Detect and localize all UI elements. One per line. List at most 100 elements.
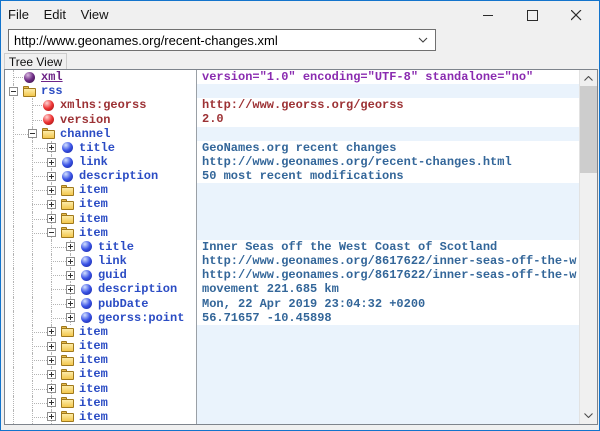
value-row-empty [197, 396, 579, 410]
expand-expander[interactable] [66, 242, 75, 251]
tree-node-xmlns:georss[interactable]: xmlns:georss [5, 98, 196, 112]
tree-node-item[interactable]: item [5, 197, 196, 211]
value-row-empty [197, 353, 579, 367]
value-row-empty [197, 410, 579, 424]
maximize-button[interactable] [510, 2, 554, 29]
tree-guide-line [13, 141, 14, 155]
tree-guide-line [32, 332, 47, 333]
expand-expander[interactable] [66, 299, 75, 308]
tree-guide-line [32, 120, 42, 121]
tree-guide-line [13, 268, 14, 282]
menu-bar: File Edit View [8, 7, 120, 22]
value-row: http://www.geonames.org/8617622/inner-se… [197, 268, 579, 282]
tree-guide-line [13, 254, 14, 268]
close-button[interactable] [554, 2, 598, 29]
tree-node-xml[interactable]: xml [5, 70, 196, 84]
tree-node-label: item [79, 212, 108, 226]
tree-node-label: item [79, 339, 108, 353]
sphere-blue-icon [62, 142, 73, 153]
scroll-down-button[interactable] [580, 407, 597, 424]
tree-guide-line [32, 240, 33, 254]
collapse-expander[interactable] [9, 87, 18, 96]
tree-node-item[interactable]: item [5, 367, 196, 381]
tree-node-label: link [98, 254, 127, 268]
tree-node-description[interactable]: description [5, 282, 196, 296]
tree-node-description[interactable]: description [5, 169, 196, 183]
menu-view[interactable]: View [81, 7, 109, 22]
tree-node-rss[interactable]: rss [5, 84, 196, 98]
tree-node-item[interactable]: item [5, 212, 196, 226]
url-text: http://www.geonames.org/recent-changes.x… [9, 33, 411, 48]
value-row: Mon, 22 Apr 2019 23:04:32 +0200 [197, 297, 579, 311]
tree-node-version[interactable]: version [5, 112, 196, 126]
tree-guide-line [32, 389, 47, 390]
vertical-scrollbar[interactable] [579, 70, 597, 424]
collapse-expander[interactable] [28, 129, 37, 138]
tree-node-item[interactable]: item [5, 396, 196, 410]
tab-tree-view[interactable]: Tree View [4, 53, 67, 69]
expand-expander[interactable] [47, 214, 56, 223]
expand-expander[interactable] [47, 398, 56, 407]
tree-node-item[interactable]: item [5, 325, 196, 339]
tree-node-guid[interactable]: guid [5, 268, 196, 282]
value-row-empty [197, 212, 579, 226]
tree-guide-line [13, 353, 14, 367]
expand-expander[interactable] [47, 200, 56, 209]
tree-node-item[interactable]: item [5, 353, 196, 367]
tree-guide-line [51, 261, 66, 262]
scroll-thumb[interactable] [580, 86, 597, 173]
folder-icon [61, 354, 74, 367]
expand-expander[interactable] [47, 412, 56, 421]
expand-expander[interactable] [66, 313, 75, 322]
value-row-empty [197, 367, 579, 381]
menu-file[interactable]: File [8, 7, 29, 22]
sphere-blue-icon [81, 298, 92, 309]
expand-expander[interactable] [47, 342, 56, 351]
expand-expander[interactable] [47, 186, 56, 195]
tree-node-label: item [79, 367, 108, 381]
tree-node-item[interactable]: item [5, 226, 196, 240]
tree-pane: xmlrssxmlns:georssversionchanneltitlelin… [5, 70, 197, 424]
tree-node-link[interactable]: link [5, 155, 196, 169]
tree-guide-line [13, 212, 14, 226]
tree-node-channel[interactable]: channel [5, 127, 196, 141]
tree-node-item[interactable]: item [5, 339, 196, 353]
expand-expander[interactable] [66, 285, 75, 294]
value-row: http://www.geonames.org/8617622/inner-se… [197, 254, 579, 268]
sphere-blue-icon [62, 171, 73, 182]
tree-node-title[interactable]: title [5, 141, 196, 155]
tree-node-link[interactable]: link [5, 254, 196, 268]
url-combobox[interactable]: http://www.geonames.org/recent-changes.x… [8, 29, 436, 51]
tree-node-label: version [60, 113, 110, 127]
tree-node-georss:point[interactable]: georss:point [5, 311, 196, 325]
expand-expander[interactable] [47, 143, 56, 152]
expand-expander[interactable] [47, 327, 56, 336]
expand-expander[interactable] [66, 257, 75, 266]
tree-node-item[interactable]: item [5, 183, 196, 197]
minimize-button[interactable] [466, 2, 510, 29]
expand-expander[interactable] [47, 356, 56, 365]
tree-guide-line [32, 176, 47, 177]
expand-expander[interactable] [66, 271, 75, 280]
expand-expander[interactable] [47, 158, 56, 167]
menu-edit[interactable]: Edit [44, 7, 66, 22]
chevron-down-icon[interactable] [411, 37, 435, 43]
value-row: movement 221.685 km [197, 282, 579, 296]
tree-node-pubDate[interactable]: pubDate [5, 297, 196, 311]
collapse-expander[interactable] [47, 228, 56, 237]
tree-guide-line [13, 396, 14, 410]
expand-expander[interactable] [47, 172, 56, 181]
tree-node-item[interactable]: item [5, 381, 196, 395]
tree-guide-line [13, 155, 14, 169]
expand-expander[interactable] [47, 370, 56, 379]
scroll-up-button[interactable] [580, 70, 597, 87]
tree-node-item[interactable]: item [5, 410, 196, 424]
tree-guide-line [32, 254, 33, 268]
tree-node-title[interactable]: title [5, 240, 196, 254]
tree-node-label: georss:point [98, 311, 184, 325]
expand-expander[interactable] [47, 384, 56, 393]
tree-node-label: item [79, 226, 108, 240]
value-row-empty [197, 381, 579, 395]
main-content: xmlrssxmlns:georssversionchanneltitlelin… [4, 69, 598, 425]
tree-guide-line [51, 275, 66, 276]
